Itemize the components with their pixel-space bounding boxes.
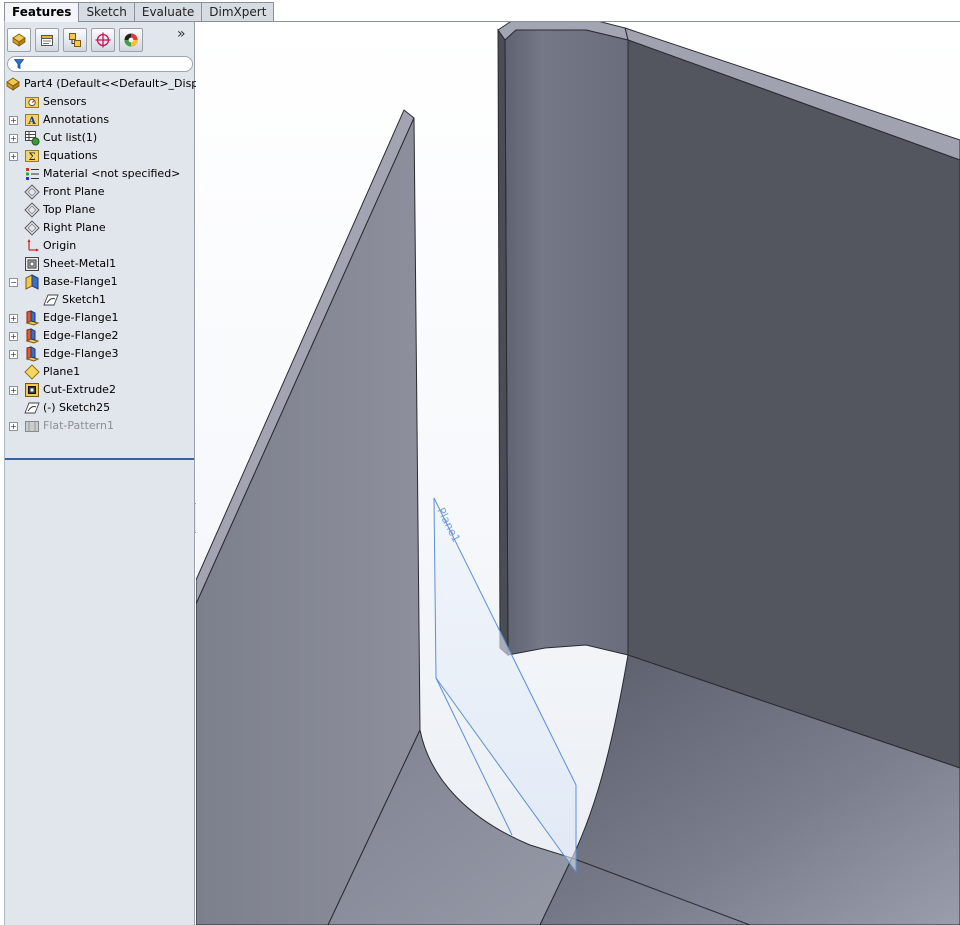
- tab-evaluate[interactable]: Evaluate: [133, 2, 202, 22]
- panel-tab-property-manager[interactable]: [35, 28, 59, 52]
- back-wall-flange[interactable]: [624, 27, 960, 769]
- graphics-area[interactable]: Plane1: [196, 22, 960, 925]
- tree-item-label: Plane1: [43, 365, 81, 378]
- tree-item-right-plane[interactable]: Right Plane: [5, 219, 194, 237]
- panel-tab-display-manager[interactable]: [119, 28, 143, 52]
- rollback-bar[interactable]: [5, 458, 194, 460]
- tree-item-flat-pattern1[interactable]: + Flat-Pattern1: [5, 417, 194, 435]
- annotations-folder-icon: A: [24, 112, 40, 128]
- sheet-metal-icon: [24, 256, 40, 272]
- inner-flange[interactable]: [497, 22, 629, 657]
- tree-item-label: Edge-Flange2: [43, 329, 119, 342]
- flat-pattern-icon: [24, 418, 40, 434]
- base-flange-icon: [24, 274, 40, 290]
- svg-text:Σ: Σ: [28, 152, 35, 163]
- origin-icon: [24, 238, 40, 254]
- tree-item-label: (-) Sketch25: [43, 401, 111, 414]
- expand-toggle-icon[interactable]: +: [9, 152, 18, 161]
- tree-item-edge-flange1[interactable]: + Edge-Flange1: [5, 309, 194, 327]
- more-tabs-chevron-icon[interactable]: »: [177, 26, 186, 42]
- tree-item-label: Sensors: [43, 95, 87, 108]
- tree-item-plane1[interactable]: Plane1: [5, 363, 194, 381]
- display-manager-icon: [123, 32, 139, 48]
- tree-item-label: Equations: [43, 149, 98, 162]
- tree-item-label: Cut list(1): [43, 131, 98, 144]
- feature-manager-panel: » Part4 (Default<<Default>_Display Sensor…: [4, 22, 215, 925]
- expand-toggle-icon[interactable]: +: [9, 134, 18, 143]
- tree-item-label: Edge-Flange1: [43, 311, 119, 324]
- tree-item-sheet-metal1[interactable]: Sheet-Metal1: [5, 255, 194, 273]
- material-icon: [24, 166, 40, 182]
- cut-extrude-icon: [24, 382, 40, 398]
- plane-yellow-icon: [24, 364, 40, 380]
- tree-item-label: Flat-Pattern1: [43, 419, 114, 432]
- configuration-manager-icon: [67, 32, 83, 48]
- sketch-icon: [43, 292, 59, 308]
- plane-icon: [24, 184, 40, 200]
- equations-folder-icon: Σ: [24, 148, 40, 164]
- expand-toggle-icon[interactable]: +: [9, 314, 18, 323]
- model-view[interactable]: Plane1: [196, 22, 960, 925]
- tree-item-label: Annotations: [43, 113, 110, 126]
- command-manager-tabs: Features Sketch Evaluate DimXpert: [0, 0, 960, 22]
- dimxpert-manager-icon: [95, 32, 111, 48]
- tree-item-sensors[interactable]: Sensors: [5, 93, 194, 111]
- tree-item-label: Origin: [43, 239, 77, 252]
- tree-item-label: Top Plane: [43, 203, 96, 216]
- tab-features[interactable]: Features: [4, 2, 79, 22]
- panel-tab-feature-manager-tree[interactable]: [7, 28, 31, 52]
- tree-item-label: Sheet-Metal1: [43, 257, 117, 270]
- tree-item-edge-flange3[interactable]: + Edge-Flange3: [5, 345, 194, 363]
- edge-flange-icon: [24, 346, 40, 362]
- panel-tab-configuration-manager[interactable]: [63, 28, 87, 52]
- expand-toggle-icon[interactable]: +: [9, 386, 18, 395]
- cut-list-icon: [24, 130, 40, 146]
- collapse-toggle-icon[interactable]: −: [9, 278, 18, 287]
- tree-item-cut-extrude2[interactable]: + Cut-Extrude2: [5, 381, 194, 399]
- tree-item-top-plane[interactable]: Top Plane: [5, 201, 194, 219]
- tree-item-label: Edge-Flange3: [43, 347, 119, 360]
- tree-item-label: Sketch1: [62, 293, 107, 306]
- tree-item-label: Cut-Extrude2: [43, 383, 116, 396]
- funnel-filter-icon: [14, 59, 24, 69]
- tree-item-part4-default-default-display[interactable]: Part4 (Default<<Default>_Display: [5, 75, 215, 93]
- tree-item-annotations[interactable]: + A Annotations: [5, 111, 194, 129]
- tree-item-cut-list-1[interactable]: + Cut list(1): [5, 129, 194, 147]
- tree-item-base-flange1[interactable]: − Base-Flange1: [5, 273, 194, 291]
- expand-toggle-icon[interactable]: +: [9, 350, 18, 359]
- tree-item-label: Front Plane: [43, 185, 105, 198]
- tree-item-label: Right Plane: [43, 221, 106, 234]
- edge-flange-icon: [24, 310, 40, 326]
- plane-icon: [24, 202, 40, 218]
- tree-item-origin[interactable]: Origin: [5, 237, 194, 255]
- part-icon: [5, 76, 21, 92]
- tab-dimxpert[interactable]: DimXpert: [201, 2, 275, 22]
- svg-text:A: A: [27, 116, 36, 127]
- sketch-icon: [24, 400, 40, 416]
- tree-item-label: Material <not specified>: [43, 167, 181, 180]
- tree-item-label: Base-Flange1: [43, 275, 118, 288]
- tree-item-sketch1[interactable]: Sketch1: [5, 291, 194, 309]
- tree-item-equations[interactable]: + Σ Equations: [5, 147, 194, 165]
- panel-tabs: [5, 28, 194, 54]
- tab-sketch[interactable]: Sketch: [78, 2, 134, 22]
- feature-filter-input[interactable]: [7, 56, 193, 72]
- tree-item-material-not-specified[interactable]: Material <not specified>: [5, 165, 194, 183]
- sensors-folder-icon: [24, 94, 40, 110]
- tree-item-sketch25[interactable]: (-) Sketch25: [5, 399, 194, 417]
- plane-icon: [24, 220, 40, 236]
- feature-manager-tree-icon: [11, 32, 27, 48]
- expand-toggle-icon[interactable]: +: [9, 422, 18, 431]
- expand-toggle-icon[interactable]: +: [9, 116, 18, 125]
- tree-item-front-plane[interactable]: Front Plane: [5, 183, 194, 201]
- property-manager-icon: [39, 32, 55, 48]
- panel-tab-dimxpert-manager[interactable]: [91, 28, 115, 52]
- tree-item-label: Part4 (Default<<Default>_Display: [24, 77, 215, 90]
- edge-flange-icon: [24, 328, 40, 344]
- tree-item-edge-flange2[interactable]: + Edge-Flange2: [5, 327, 194, 345]
- expand-toggle-icon[interactable]: +: [9, 332, 18, 341]
